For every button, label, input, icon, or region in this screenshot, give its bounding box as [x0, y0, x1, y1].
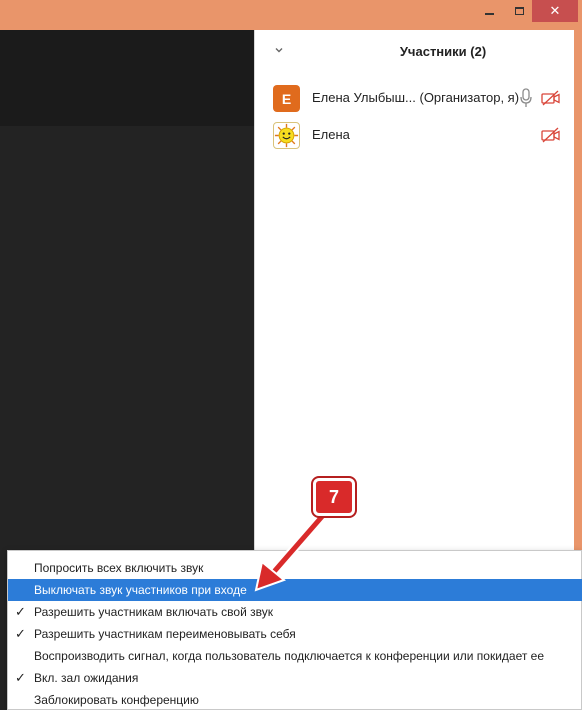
step-number-badge: 7 — [313, 478, 355, 516]
menu-item-ask-all-unmute[interactable]: Попросить всех включить звук — [8, 557, 582, 579]
video-off-icon[interactable] — [541, 127, 561, 143]
menu-item-allow-rename[interactable]: ✓ Разрешить участникам переименовывать с… — [8, 623, 582, 645]
mic-icon[interactable] — [519, 88, 533, 108]
more-options-menu: Попросить всех включить звук Выключать з… — [7, 550, 582, 710]
participant-name: Елена Улыбыш... (Организатор, я) — [312, 90, 520, 105]
participant-row[interactable]: E Елена Улыбыш... (Организатор, я) — [255, 80, 575, 116]
minimize-icon — [484, 13, 494, 15]
close-icon: ✕ — [549, 3, 561, 18]
maximize-icon — [514, 7, 524, 15]
menu-item-lock-meeting[interactable]: Заблокировать конференцию — [8, 689, 582, 710]
checkmark-icon: ✓ — [15, 626, 26, 641]
smiley-icon — [274, 123, 299, 148]
window-titlebar: ✕ — [0, 0, 582, 30]
menu-item-allow-self-unmute[interactable]: ✓ Разрешить участникам включать свой зву… — [8, 601, 582, 623]
close-button[interactable]: ✕ — [532, 0, 578, 22]
minimize-button[interactable] — [472, 0, 506, 22]
participant-name: Елена — [312, 127, 350, 142]
checkmark-icon: ✓ — [15, 604, 26, 619]
menu-item-play-chime[interactable]: Воспроизводить сигнал, когда пользовател… — [8, 645, 582, 667]
avatar — [273, 122, 300, 149]
participants-title: Участники (2) — [399, 44, 487, 59]
avatar: E — [273, 85, 300, 112]
maximize-button[interactable] — [506, 0, 532, 22]
participants-header: Участники (2) — [255, 30, 575, 74]
participant-row[interactable]: Елена — [255, 117, 575, 153]
menu-item-mute-on-entry[interactable]: Выключать звук участников при входе — [8, 579, 582, 601]
menu-item-waiting-room[interactable]: ✓ Вкл. зал ожидания — [8, 667, 582, 689]
video-top-strip — [0, 30, 254, 126]
checkmark-icon: ✓ — [15, 670, 26, 685]
video-off-icon[interactable] — [541, 90, 561, 106]
